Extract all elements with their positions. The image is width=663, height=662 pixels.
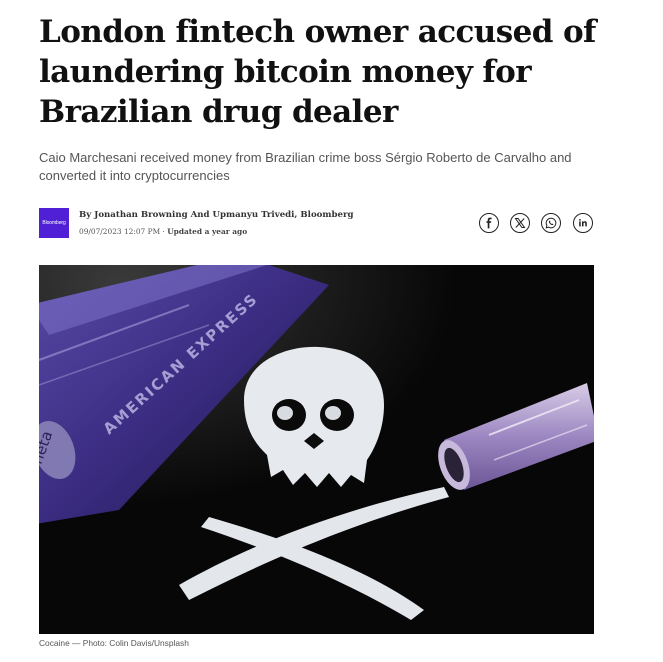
facebook-icon	[486, 217, 492, 229]
dateline: 09/07/2023 12:07 PM · Updated a year ago	[79, 227, 248, 236]
subheadline: Caio Marchesani received money from Braz…	[39, 150, 572, 183]
cocaine-skull-photo: AMERICAN EXPRESS neta	[39, 265, 594, 634]
article-image[interactable]: AMERICAN EXPRESS neta	[39, 265, 594, 634]
logo-text: Bloomberg	[42, 220, 66, 226]
share-facebook-button[interactable]	[479, 213, 499, 233]
headline: London fintech owner accused of launderi…	[39, 14, 596, 130]
share-whatsapp-button[interactable]	[541, 213, 561, 233]
updated-label: Updated a year ago	[167, 227, 248, 236]
share-linkedin-button[interactable]	[573, 213, 593, 233]
publish-date: 09/07/2023 12:07 PM	[79, 227, 161, 236]
bloomberg-logo[interactable]: Bloomberg	[39, 208, 69, 238]
byline[interactable]: By Jonathan Browning And Upmanyu Trivedi…	[79, 210, 354, 220]
share-x-button[interactable]	[510, 213, 530, 233]
whatsapp-icon	[545, 217, 557, 229]
x-icon	[514, 218, 526, 228]
image-caption: Cocaine — Photo: Colin Davis/Unsplash	[39, 638, 189, 648]
linkedin-icon	[579, 219, 587, 227]
